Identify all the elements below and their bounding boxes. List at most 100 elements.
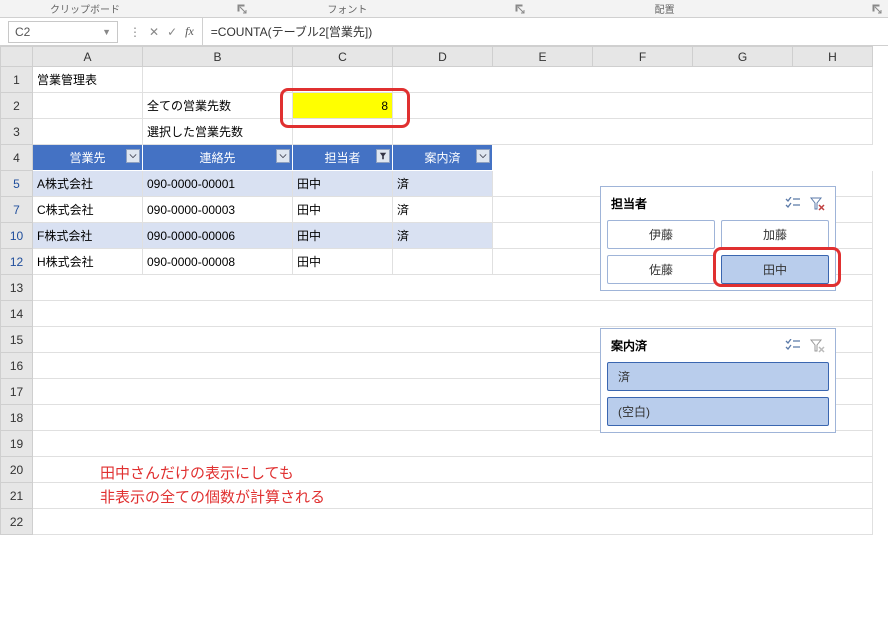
col-header-D[interactable]: D <box>393 47 493 67</box>
enter-icon[interactable]: ✓ <box>167 25 177 39</box>
col-header-C[interactable]: C <box>293 47 393 67</box>
slicer-item-selected[interactable]: 済 <box>607 362 829 391</box>
cell[interactable]: 090-0000-00006 <box>143 223 293 249</box>
row-header[interactable]: 20 <box>1 457 33 483</box>
col-header-F[interactable]: F <box>593 47 693 67</box>
cell[interactable] <box>33 301 873 327</box>
col-header-E[interactable]: E <box>493 47 593 67</box>
cell[interactable]: 選択した営業先数 <box>143 119 293 145</box>
multiselect-icon[interactable] <box>785 197 801 211</box>
cell[interactable] <box>33 509 873 535</box>
col-header-B[interactable]: B <box>143 47 293 67</box>
row-header[interactable]: 13 <box>1 275 33 301</box>
cell[interactable] <box>393 67 873 93</box>
cell[interactable]: 090-0000-00008 <box>143 249 293 275</box>
slicer-item[interactable]: 伊藤 <box>607 220 715 249</box>
select-all-corner[interactable] <box>1 47 33 67</box>
slicer-status[interactable]: 案内済 済 (空白) <box>600 328 836 433</box>
cancel-icon[interactable]: ✕ <box>149 25 159 39</box>
row-header[interactable]: 1 <box>1 67 33 93</box>
name-box[interactable]: C2 ▼ <box>8 21 118 43</box>
ribbon-label-clipboard: クリップボード <box>0 1 170 16</box>
cell[interactable]: F株式会社 <box>33 223 143 249</box>
cell[interactable]: C株式会社 <box>33 197 143 223</box>
cell[interactable]: A株式会社 <box>33 171 143 197</box>
slicer-item-selected[interactable]: (空白) <box>607 397 829 426</box>
row-header[interactable]: 7 <box>1 197 33 223</box>
col-header-H[interactable]: H <box>793 47 873 67</box>
clear-filter-icon[interactable] <box>809 197 825 211</box>
cell[interactable] <box>393 249 493 275</box>
cell[interactable] <box>493 145 873 171</box>
cell[interactable] <box>143 67 293 93</box>
table-header-cell[interactable]: 担当者 <box>293 145 393 171</box>
row-header[interactable]: 21 <box>1 483 33 509</box>
cell[interactable]: 090-0000-00003 <box>143 197 293 223</box>
cell[interactable]: 済 <box>393 223 493 249</box>
cell[interactable]: 済 <box>393 171 493 197</box>
row-header[interactable]: 15 <box>1 327 33 353</box>
row-header[interactable]: 16 <box>1 353 33 379</box>
col-header-A[interactable]: A <box>33 47 143 67</box>
worksheet[interactable]: A B C D E F G H 1 営業管理表 2 全ての営業先数 8 3 選択… <box>0 46 888 535</box>
dropdown-icon[interactable]: ▼ <box>102 27 111 37</box>
cell-highlighted[interactable]: 8 <box>293 93 393 119</box>
cell[interactable] <box>293 119 393 145</box>
slicer-item-selected[interactable]: 田中 <box>721 255 829 284</box>
row-header[interactable]: 18 <box>1 405 33 431</box>
col-header-G[interactable]: G <box>693 47 793 67</box>
row-header[interactable]: 12 <box>1 249 33 275</box>
slicer-person[interactable]: 担当者 伊藤 加藤 佐藤 田中 <box>600 186 836 291</box>
table-header-cell[interactable]: 連絡先 <box>143 145 293 171</box>
cell[interactable] <box>33 431 873 457</box>
cell[interactable] <box>393 119 873 145</box>
row-header[interactable]: 19 <box>1 431 33 457</box>
ribbon-group-labels: クリップボード フォント 配置 <box>0 0 888 18</box>
ribbon-label-align: 配置 <box>525 1 805 16</box>
cell[interactable] <box>33 93 143 119</box>
slicer-item[interactable]: 佐藤 <box>607 255 715 284</box>
dialog-launcher-icon[interactable] <box>237 4 247 14</box>
dialog-launcher-icon[interactable] <box>515 4 525 14</box>
cell[interactable] <box>293 67 393 93</box>
cell[interactable]: 田中 <box>293 171 393 197</box>
name-box-value: C2 <box>15 25 30 39</box>
annotation-text: 田中さんだけの表示にしても 非表示の全ての個数が計算される <box>100 462 325 510</box>
filter-active-icon[interactable] <box>376 149 390 163</box>
cell[interactable]: 田中 <box>293 197 393 223</box>
slicer-item[interactable]: 加藤 <box>721 220 829 249</box>
cell[interactable]: 090-0000-00001 <box>143 171 293 197</box>
filter-dropdown-icon[interactable] <box>126 149 140 163</box>
row-header[interactable]: 10 <box>1 223 33 249</box>
ribbon-label-font: フォント <box>247 1 447 16</box>
cell[interactable]: H株式会社 <box>33 249 143 275</box>
cell[interactable] <box>393 93 873 119</box>
table-header-cell[interactable]: 営業先 <box>33 145 143 171</box>
cell[interactable]: 済 <box>393 197 493 223</box>
more-icon[interactable]: ⋮ <box>129 25 141 39</box>
cell[interactable]: 営業管理表 <box>33 67 143 93</box>
cell[interactable] <box>33 119 143 145</box>
formula-input[interactable]: =COUNTA(テーブル2[営業先]) <box>202 18 888 45</box>
fx-icon[interactable]: fx <box>185 24 194 39</box>
row-header[interactable]: 5 <box>1 171 33 197</box>
row-header[interactable]: 2 <box>1 93 33 119</box>
slicer-title: 案内済 <box>611 337 647 354</box>
dialog-launcher-icon[interactable] <box>872 4 882 14</box>
formula-bar: C2 ▼ ⋮ ✕ ✓ fx =COUNTA(テーブル2[営業先]) <box>0 18 888 46</box>
cell[interactable]: 田中 <box>293 223 393 249</box>
filter-dropdown-icon[interactable] <box>276 149 290 163</box>
cell[interactable]: 全ての営業先数 <box>143 93 293 119</box>
row-header[interactable]: 17 <box>1 379 33 405</box>
row-header[interactable]: 4 <box>1 145 33 171</box>
formula-bar-icons: ⋮ ✕ ✓ fx <box>121 24 202 39</box>
row-header[interactable]: 14 <box>1 301 33 327</box>
slicer-title: 担当者 <box>611 195 647 212</box>
row-header[interactable]: 3 <box>1 119 33 145</box>
row-header[interactable]: 22 <box>1 509 33 535</box>
cell[interactable]: 田中 <box>293 249 393 275</box>
clear-filter-icon[interactable] <box>809 339 825 353</box>
multiselect-icon[interactable] <box>785 339 801 353</box>
filter-dropdown-icon[interactable] <box>476 149 490 163</box>
table-header-cell[interactable]: 案内済 <box>393 145 493 171</box>
